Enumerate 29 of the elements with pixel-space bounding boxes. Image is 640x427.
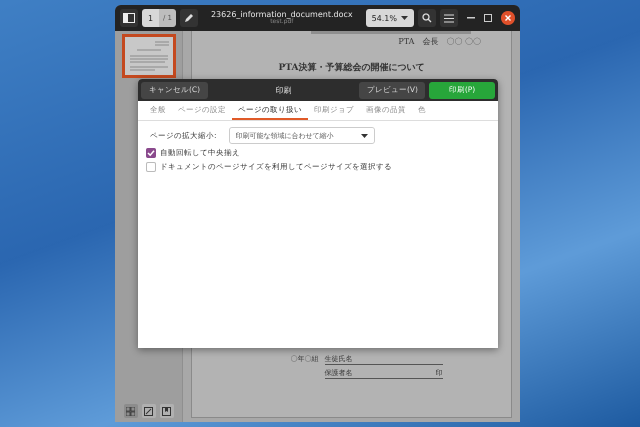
- document-heading: PTA決算・予算総会の開催について: [278, 61, 424, 74]
- bookmark-icon: [162, 406, 171, 416]
- sidebar-toggle-button[interactable]: [120, 9, 138, 27]
- annotate-button[interactable]: [180, 9, 198, 27]
- annotations-button[interactable]: [142, 404, 156, 418]
- menu-button[interactable]: [440, 9, 458, 27]
- search-button[interactable]: [418, 9, 436, 27]
- grid-icon: [126, 406, 135, 416]
- search-icon: [422, 13, 432, 23]
- caret-icon: [401, 16, 408, 20]
- pen-icon: [184, 13, 194, 23]
- bookmarks-button[interactable]: [160, 404, 174, 418]
- zoom-dropdown[interactable]: 54.1%: [366, 9, 414, 27]
- dialog-title: 印刷: [274, 84, 293, 96]
- page-preview-drawing: [124, 37, 172, 75]
- note-icon: [144, 406, 153, 416]
- checkbox[interactable]: [146, 162, 156, 172]
- page-number-field[interactable]: 1: [142, 9, 159, 27]
- menu-icon: [444, 14, 454, 22]
- maximize-icon[interactable]: [484, 14, 492, 22]
- minimize-icon[interactable]: [467, 17, 475, 19]
- caret-icon: [360, 134, 368, 138]
- sidebar-icon: [123, 13, 135, 23]
- checkbox[interactable]: [146, 148, 156, 158]
- sender-line: PTA 会長 〇〇 〇〇: [398, 36, 481, 47]
- window-title: 23626_information_document.docx: [210, 10, 353, 19]
- thumbnails-button[interactable]: [124, 404, 138, 418]
- close-icon[interactable]: [501, 11, 515, 25]
- page-thumbnail[interactable]: [122, 34, 176, 78]
